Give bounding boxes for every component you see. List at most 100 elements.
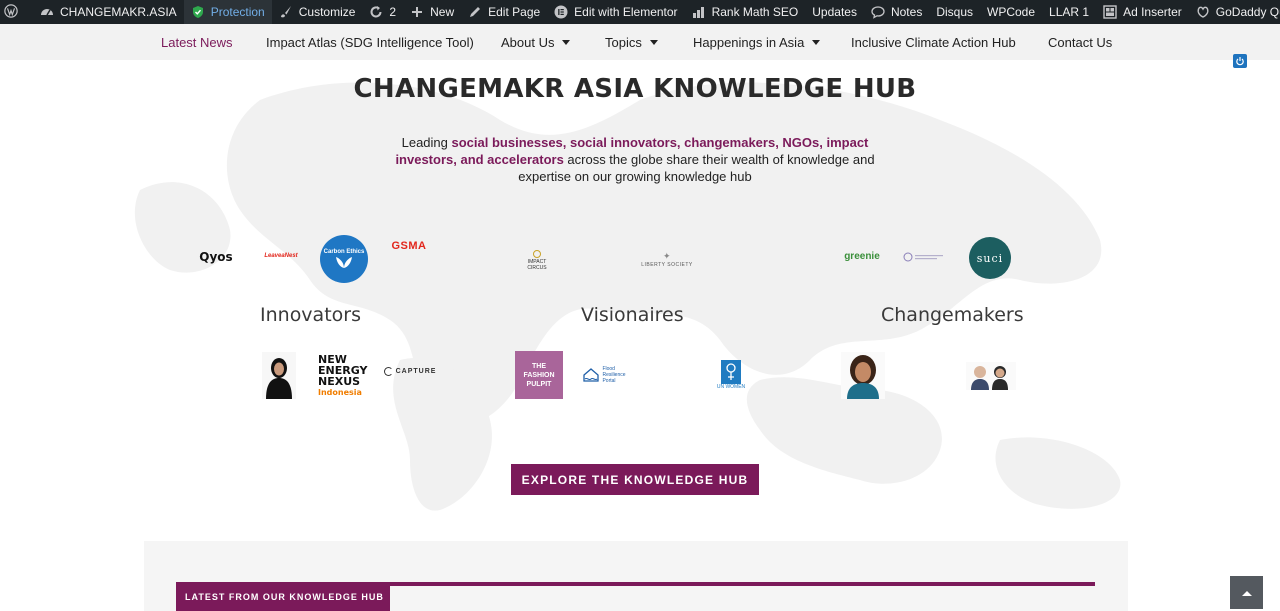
admin-bar-wpcode-label: WPCode	[987, 5, 1036, 19]
people-photo-icon	[966, 362, 1016, 390]
logo-qyos[interactable]: Qyos	[197, 246, 235, 268]
dashboard-icon	[40, 5, 54, 19]
admin-bar-new[interactable]: New	[403, 0, 461, 24]
logo-new-energy-nexus[interactable]: NEW ENERGY NEXUS Indonesia	[318, 352, 370, 399]
shield-check-icon	[191, 5, 205, 19]
godaddy-icon	[1196, 5, 1210, 19]
rank-math-icon	[692, 5, 706, 19]
logo-flood-text-3: Portal	[602, 378, 616, 384]
admin-bar-protection[interactable]: Protection	[183, 0, 272, 24]
circle-icon	[533, 249, 541, 258]
admin-bar-edit-page[interactable]: Edit Page	[461, 0, 547, 24]
logo-gsma[interactable]: GSMA	[382, 238, 436, 254]
nav-item-label: Inclusive Climate Action Hub	[851, 34, 1016, 50]
ad-inserter-icon	[1103, 5, 1117, 19]
admin-bar-godaddy[interactable]: GoDaddy Quick Links	[1189, 0, 1280, 24]
admin-bar-updates[interactable]: Updates	[805, 0, 864, 24]
chevron-down-icon	[649, 39, 658, 45]
logo-fashion-pulpit-text-1: THE	[532, 362, 546, 370]
admin-bar-rank-math[interactable]: Rank Math SEO	[685, 0, 806, 24]
admin-bar-disqus[interactable]: Disqus	[929, 0, 980, 24]
nav-item-label: Impact Atlas (SDG Intelligence Tool)	[266, 34, 474, 50]
nav-item-label: Contact Us	[1048, 34, 1113, 50]
group-label-changemakers: Changemakers	[881, 304, 1024, 326]
power-icon[interactable]	[1233, 54, 1247, 68]
logo-fashion-pulpit-text-3: PULPIT	[526, 380, 552, 388]
nav-item-contact-us[interactable]: Contact Us	[1048, 35, 1112, 50]
world-map-background	[134, 82, 1121, 511]
nav-item-topics[interactable]: Topics	[605, 35, 658, 50]
explore-knowledge-hub-button[interactable]: EXPLORE THE KNOWLEDGE HUB	[511, 464, 759, 495]
partner-logo-mark	[903, 252, 943, 262]
admin-bar-llar[interactable]: LLAR 1	[1042, 0, 1096, 24]
logo-gsma-text: GSMA	[391, 240, 427, 252]
admin-bar-disqus-label: Disqus	[936, 5, 974, 19]
star-icon: ✦	[662, 250, 672, 261]
un-women-emblem-icon	[721, 360, 741, 384]
house-wave-icon	[583, 368, 600, 382]
nav-item-happenings[interactable]: Happenings in Asia	[693, 34, 821, 50]
capture-icon	[383, 366, 393, 376]
changemaker-portrait-2[interactable]	[966, 362, 1016, 390]
nav-item-climate-hub[interactable]: Inclusive Climate Action Hub	[851, 35, 1016, 50]
admin-bar-edit-page-label: Edit Page	[488, 5, 541, 19]
chevron-up-icon	[1241, 590, 1252, 596]
admin-bar-elementor-label: Edit with Elementor	[574, 5, 678, 19]
hub-intro-rest: across the globe share their wealth of k…	[518, 152, 875, 184]
admin-bar-customize[interactable]: Customize	[272, 0, 363, 24]
logo-un-women[interactable]: UN WOMEN	[712, 355, 750, 395]
admin-bar-customize-label: Customize	[298, 5, 356, 19]
wordpress-logo-icon	[4, 4, 20, 20]
site-navigation: Latest News Impact Atlas (SDG Intelligen…	[0, 24, 1280, 68]
logo-greenie[interactable]: greenie	[840, 248, 884, 264]
logo-liberty-society[interactable]: ✦ LIBERTY SOCIETY	[638, 248, 696, 270]
changemaker-portrait-1[interactable]	[841, 352, 885, 399]
logo-purple-partner[interactable]	[903, 249, 947, 265]
nav-item-about-us[interactable]: About Us	[501, 35, 571, 50]
admin-bar-notes[interactable]: Notes	[864, 0, 929, 24]
back-to-top-button[interactable]	[1230, 576, 1263, 609]
admin-bar-updates-count-label: 2	[389, 5, 397, 19]
group-label-innovators: Innovators	[260, 304, 361, 326]
logo-fashion-pulpit[interactable]: THE FASHION PULPIT	[515, 351, 563, 399]
pencil-icon	[468, 5, 482, 19]
chevron-down-icon	[562, 39, 571, 45]
nav-item-label: Happenings in Asia	[693, 34, 805, 50]
logo-impact-circus[interactable]: IMPACT CIRCUS	[522, 248, 552, 272]
admin-bar-godaddy-label: GoDaddy Quick Links	[1215, 5, 1280, 19]
logo-nen-text-1: NEW	[318, 352, 347, 366]
admin-bar-protection-label: Protection	[210, 5, 265, 19]
logo-carbonethics[interactable]: Carbon Ethics	[320, 235, 368, 283]
nav-item-latest-news[interactable]: Latest News	[161, 35, 233, 50]
admin-bar-site-name[interactable]: CHANGEMAKR.ASIA	[33, 0, 184, 24]
admin-bar-llar-label: LLAR 1	[1049, 5, 1090, 19]
logo-capture[interactable]: CAPTURE	[383, 364, 437, 378]
person-photo-icon	[841, 352, 885, 399]
admin-bar-updates-count[interactable]: 2	[362, 0, 403, 24]
logo-capture-text: CAPTURE	[395, 367, 437, 375]
logo-leaveanest-text: LeaveaNest	[264, 253, 298, 259]
nav-item-impact-atlas[interactable]: Impact Atlas (SDG Intelligence Tool)	[266, 35, 474, 50]
admin-bar-wpcode[interactable]: WPCode	[980, 0, 1042, 24]
admin-bar-elementor[interactable]: Edit with Elementor	[547, 0, 684, 24]
admin-bar-rank-math-label: Rank Math SEO	[711, 5, 799, 19]
leaf-icon	[336, 257, 352, 268]
person-photo-icon	[262, 352, 296, 399]
hub-intro: Leading social businesses, social innova…	[370, 134, 900, 185]
logo-flood-resilience[interactable]: Flood Resilience Portal	[579, 363, 629, 387]
chevron-down-icon	[812, 39, 821, 45]
group-label-visionaires: Visionaires	[581, 304, 684, 326]
admin-bar-wordpress[interactable]	[0, 0, 33, 24]
logo-greenie-text: greenie	[844, 250, 880, 262]
admin-bar-ad-inserter[interactable]: Ad Inserter	[1096, 0, 1189, 24]
innovator-portrait-1[interactable]	[262, 352, 296, 399]
hub-title: CHANGEMAKR ASIA KNOWLEDGE HUB	[353, 74, 917, 104]
admin-bar-ad-inserter-label: Ad Inserter	[1123, 5, 1182, 19]
brush-icon	[279, 5, 293, 19]
logo-nen-text-3: NEXUS	[318, 374, 361, 388]
logo-leaveanest[interactable]: LeaveaNest	[256, 249, 306, 263]
admin-bar-new-label: New	[430, 5, 455, 19]
logo-suci[interactable]: suci	[969, 237, 1011, 279]
admin-bar-updates-label: Updates	[812, 5, 857, 19]
logo-nen-text-2: ENERGY	[318, 363, 368, 377]
